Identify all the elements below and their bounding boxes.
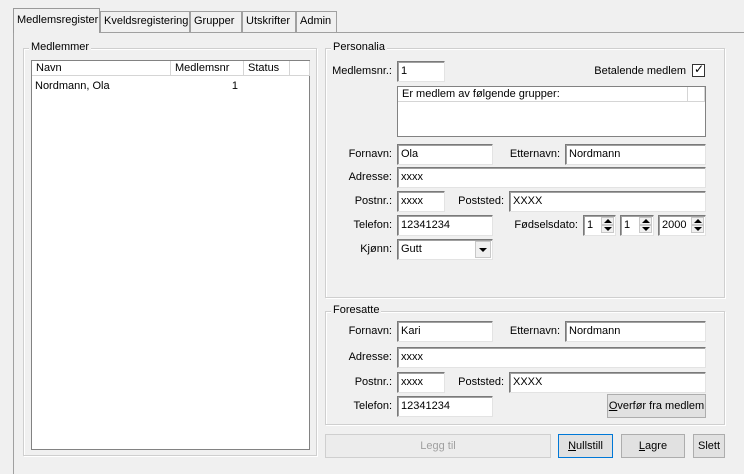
guardian-phone-field[interactable]: 12341234: [397, 396, 493, 417]
spin-up-button[interactable]: [691, 217, 704, 225]
dropdown-button[interactable]: [475, 241, 491, 258]
add-button[interactable]: Legg til: [325, 434, 551, 458]
column-header-filler: [688, 87, 705, 102]
arrow-up-icon: [604, 219, 612, 223]
paying-member-label: Betalende medlem: [594, 65, 686, 77]
last-name-label: Etternavn:: [509, 148, 560, 160]
check-icon: ✓: [694, 62, 705, 76]
chevron-down-icon: [479, 248, 487, 252]
guardian-first-name-field[interactable]: Kari: [397, 321, 493, 342]
address-field[interactable]: xxxx: [397, 167, 706, 188]
member-number-label: Medlemsnr.:: [332, 65, 392, 77]
spinner[interactable]: [639, 217, 652, 234]
birth-month-stepper[interactable]: 1: [620, 215, 654, 236]
arrow-up-icon: [642, 219, 650, 223]
member-number-field[interactable]: 1: [397, 61, 445, 82]
spin-up-button[interactable]: [639, 217, 652, 225]
last-name-field[interactable]: Nordmann: [565, 144, 706, 165]
spinner[interactable]: [691, 217, 704, 234]
guardian-city-label: Poststed:: [458, 376, 504, 388]
members-group-title: Medlemmer: [29, 41, 92, 53]
city-value: XXXX: [513, 195, 543, 207]
arrow-down-icon: [642, 227, 650, 231]
column-header-navn[interactable]: Navn: [32, 61, 171, 76]
phone-label: Telefon:: [353, 219, 392, 231]
city-label: Poststed:: [458, 195, 504, 207]
content: Medlemmer Navn Medlemsnr Status Nordmann…: [0, 0, 744, 474]
guardian-phone-label: Telefon:: [353, 400, 392, 412]
column-header-status[interactable]: Status: [244, 61, 290, 76]
postcode-field[interactable]: xxxx: [397, 191, 445, 212]
birth-year-stepper[interactable]: 2000: [658, 215, 706, 236]
first-name-field[interactable]: Ola: [397, 144, 493, 165]
spin-down-button[interactable]: [639, 225, 652, 233]
guardian-group-title: Foresatte: [331, 304, 382, 316]
guardian-address-field[interactable]: xxxx: [397, 347, 706, 368]
gender-select[interactable]: Gutt: [397, 239, 493, 260]
delete-button[interactable]: Slett: [693, 434, 725, 458]
birthdate-label: Fødselsdato:: [514, 219, 578, 231]
spin-up-button[interactable]: [601, 217, 614, 225]
address-label: Adresse:: [348, 171, 392, 183]
gender-label: Kjønn:: [360, 243, 392, 255]
member-groups-list[interactable]: Er medlem av følgende grupper:: [397, 86, 706, 137]
paying-member-checkbox[interactable]: ✓: [692, 62, 705, 77]
birth-day-stepper[interactable]: 1: [583, 215, 616, 236]
city-field[interactable]: XXXX: [509, 191, 706, 212]
row-name: Nordmann, Ola: [35, 80, 110, 92]
spin-down-button[interactable]: [691, 225, 704, 233]
guardian-last-name-label: Etternavn:: [509, 325, 560, 337]
members-list[interactable]: Navn Medlemsnr Status Nordmann, Ola 1: [31, 60, 310, 450]
phone-field[interactable]: 12341234: [397, 215, 493, 236]
reset-button[interactable]: Nullstill: [558, 434, 613, 458]
personalia-group-title: Personalia: [331, 41, 387, 53]
guardian-city-field[interactable]: XXXX: [509, 372, 706, 393]
arrow-down-icon: [694, 227, 702, 231]
column-header-groups: Er medlem av følgende grupper:: [398, 87, 688, 102]
table-row[interactable]: Nordmann, Ola 1: [32, 79, 309, 94]
column-header-filler: [290, 61, 310, 76]
column-header-medlemsnr[interactable]: Medlemsnr: [171, 61, 244, 76]
guardian-postcode-label: Postnr.:: [354, 376, 392, 388]
postcode-label: Postnr.:: [354, 195, 392, 207]
row-number: 1: [231, 80, 238, 92]
save-button[interactable]: Lagre: [621, 434, 685, 458]
transfer-from-member-button[interactable]: Overfør fra medlem: [607, 394, 706, 418]
guardian-last-name-field[interactable]: Nordmann: [565, 321, 706, 342]
arrow-down-icon: [604, 227, 612, 231]
guardian-first-name-label: Fornavn:: [348, 325, 392, 337]
spinner[interactable]: [601, 217, 614, 234]
first-name-label: Fornavn:: [348, 148, 392, 160]
arrow-up-icon: [694, 219, 702, 223]
guardian-city-value: XXXX: [513, 376, 543, 388]
guardian-address-label: Adresse:: [348, 351, 392, 363]
guardian-postcode-field[interactable]: xxxx: [397, 372, 445, 393]
spin-down-button[interactable]: [601, 225, 614, 233]
